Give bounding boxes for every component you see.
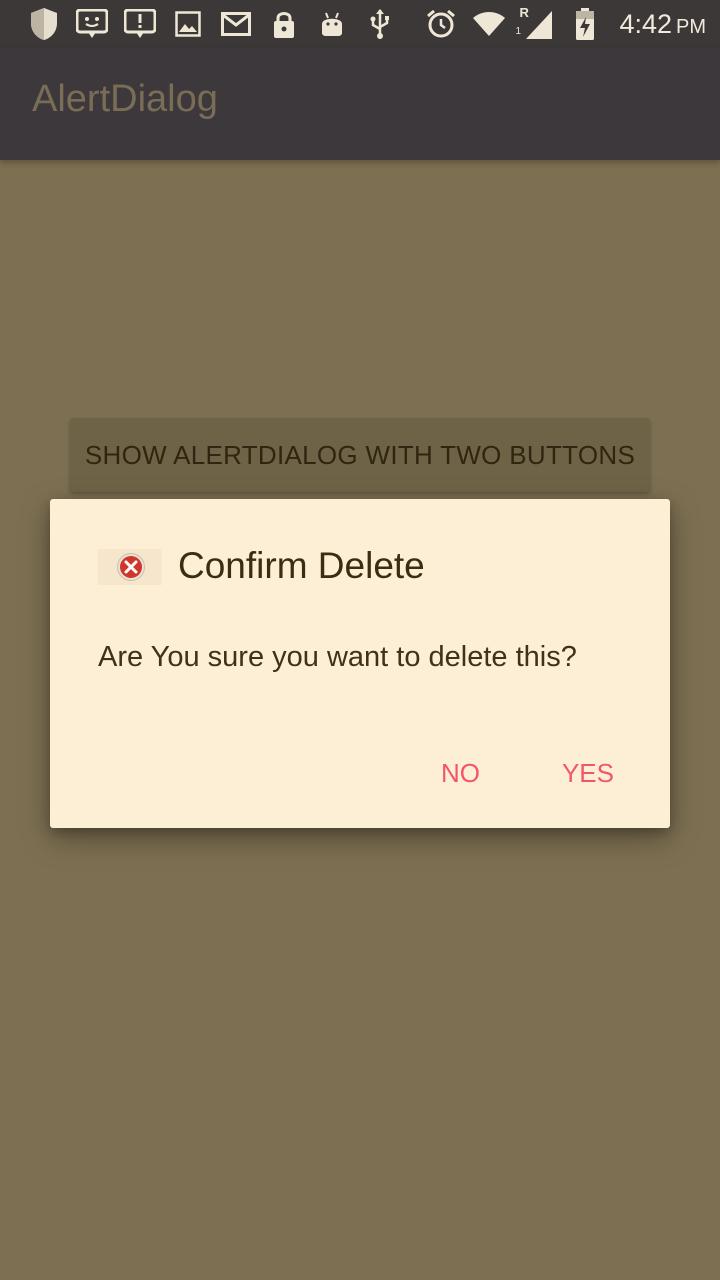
lock-icon: [260, 0, 308, 48]
wifi-icon: [465, 0, 513, 48]
clock-time: 4:42: [619, 8, 672, 39]
image-icon: [164, 0, 212, 48]
face-icon: [68, 0, 116, 48]
signal-icon: R 1: [513, 0, 561, 48]
alarm-icon: [417, 0, 465, 48]
signal-sim-label: 1: [515, 26, 521, 37]
app-bar: AlertDialog: [0, 48, 720, 160]
confirm-delete-dialog: Confirm Delete Are You sure you want to …: [50, 499, 670, 828]
dialog-icon-container: [98, 549, 162, 585]
clock-ampm: PM: [676, 15, 706, 38]
no-button[interactable]: NO: [425, 749, 496, 797]
signal-roaming-label: R: [519, 5, 529, 20]
notification-icons: [20, 0, 404, 48]
dialog-message: Are You sure you want to delete this?: [98, 641, 577, 673]
battery-charging-icon: [561, 0, 609, 48]
shield-icon: [20, 0, 68, 48]
yes-button[interactable]: YES: [546, 749, 630, 797]
app-title: AlertDialog: [32, 78, 218, 120]
delete-error-icon: [117, 553, 145, 581]
alert-icon: [116, 0, 164, 48]
gmail-icon: [212, 0, 260, 48]
status-bar: R 1 4:42 PM: [0, 0, 720, 48]
show-alertdialog-button[interactable]: SHOW ALERTDIALOG WITH TWO BUTTONS: [70, 418, 650, 492]
usb-icon: [356, 0, 404, 48]
status-indicators: R 1 4:42 PM: [417, 0, 706, 48]
screen: R 1 4:42 PM AlertDialog SHOW ALERTDIALOG …: [0, 0, 720, 1280]
android-icon: [308, 0, 356, 48]
dialog-title: Confirm Delete: [178, 545, 425, 586]
clock: 4:42 PM: [619, 9, 706, 40]
dialog-actions: NO YES: [425, 749, 630, 797]
